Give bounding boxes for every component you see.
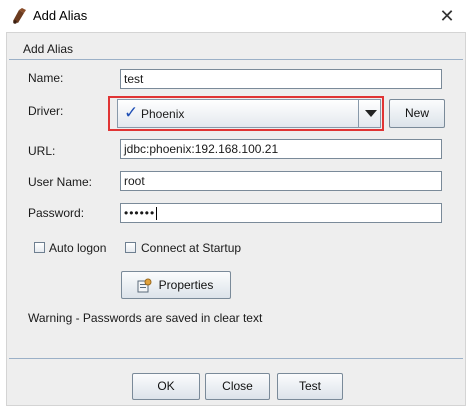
close-icon[interactable]: ✕ [432,3,462,29]
new-driver-button[interactable]: New [389,99,445,128]
url-field[interactable]: jdbc:phoenix:192.168.100.21 [120,139,442,159]
password-warning: Warning - Passwords are saved in clear t… [28,311,263,325]
password-field[interactable]: •••••• [120,203,442,223]
password-mask: •••••• [124,206,156,220]
password-label: Password: [28,206,85,220]
connect-at-startup-label: Connect at Startup [141,241,242,255]
driver-label: Driver: [28,104,64,118]
text-caret [156,207,158,221]
window-title: Add Alias [33,8,88,23]
ok-button[interactable]: OK [132,373,200,400]
name-field[interactable]: test [120,69,442,89]
user-name-field[interactable]: root [120,171,442,191]
user-name-label: User Name: [28,175,93,189]
properties-label: Properties [158,278,214,292]
auto-logon-label: Auto logon [49,241,107,255]
driver-highlight-box [108,96,384,131]
title-bar: Add Alias ✕ [0,0,471,32]
app-icon [13,8,26,24]
top-separator [9,59,463,60]
auto-logon-checkbox[interactable] [34,242,45,253]
properties-button[interactable]: Properties [121,271,231,299]
connect-at-startup-checkbox[interactable] [125,242,136,253]
add-alias-dialog: Add Alias Name: test Driver: ✓ Phoenix N… [6,32,466,406]
button-bar: OK Close Test [8,359,464,405]
url-label: URL: [28,144,56,158]
name-label: Name: [28,71,64,85]
properties-icon [137,278,152,293]
close-button[interactable]: Close [205,373,270,400]
test-button[interactable]: Test [277,373,343,400]
section-title: Add Alias [23,42,74,56]
